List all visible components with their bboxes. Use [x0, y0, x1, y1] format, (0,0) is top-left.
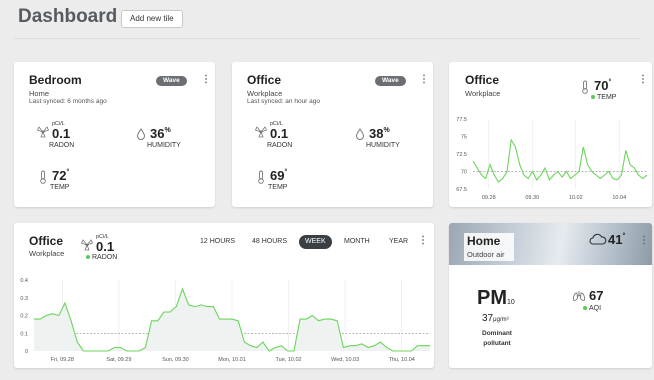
tile-title: Bedroom: [29, 73, 82, 87]
temperature-chart: 67.5 70 72.5 75 77.5 09.28 09.30 10.02 10.04: [456, 117, 648, 201]
pm-value: 37μg/m³: [482, 313, 509, 324]
device-badge: Wave: [375, 76, 406, 86]
tab-12-hours[interactable]: 12 HOURS: [200, 238, 235, 245]
x-tick-label: 10.04: [612, 195, 626, 201]
tile-title: Office: [29, 234, 64, 248]
tile-office-summary[interactable]: Office Workplace Last synced: an hour ag…: [232, 62, 433, 207]
x-tick-label: 10.02: [569, 195, 583, 201]
status-dot: [591, 95, 595, 100]
radon-icon: [36, 126, 50, 138]
device-badge: Wave: [156, 76, 187, 86]
temp-value: 70°: [594, 78, 612, 93]
tile-title: Home: [467, 234, 501, 248]
more-options-icon[interactable]: ⋮: [201, 74, 211, 85]
aqi-value: 67: [589, 288, 604, 303]
more-options-icon[interactable]: ⋮: [419, 74, 429, 85]
more-options-icon[interactable]: ⋮: [418, 235, 428, 246]
x-tick-label: Fri, 09.28: [51, 357, 74, 363]
tile-bedroom[interactable]: Bedroom Home Last synced: 6 months ago W…: [14, 62, 215, 207]
thermometer-icon: [258, 170, 264, 184]
tab-year[interactable]: YEAR: [389, 238, 408, 245]
dashboard-header: Dashboard Add new tile: [0, 0, 654, 38]
more-options-icon[interactable]: ⋮: [639, 235, 649, 246]
x-tick-label: Sun, 09.30: [162, 357, 189, 363]
tab-week[interactable]: WEEK: [299, 235, 332, 249]
y-tick-label: 72.5: [456, 152, 467, 158]
lungs-icon: [572, 291, 586, 301]
temp-label: TEMP: [50, 184, 70, 191]
temp-value: 69°: [270, 168, 288, 183]
pm-caption: Dominant pollutant: [482, 330, 512, 347]
add-new-tile-button[interactable]: Add new tile: [121, 10, 183, 28]
y-tick-label: 0: [25, 349, 28, 355]
tile-title: Office: [465, 73, 500, 87]
radon-value: 0.1: [96, 239, 115, 254]
temp-label: TEMP: [268, 184, 288, 191]
radon-value: 0.1: [270, 126, 289, 141]
y-tick-label: 67.5: [456, 187, 467, 193]
humidity-drop-icon: [136, 128, 146, 140]
tile-subtitle: Workplace: [29, 249, 65, 258]
cloud-icon: [589, 233, 607, 245]
humidity-value: 38%: [369, 126, 390, 141]
tile-subtitle: Home: [29, 89, 50, 98]
header-divider: [14, 38, 640, 39]
radon-chart: 0 0.1 0.2 0.3 0.4 Fri, 09.28 Sat, 09.29 Sun, 09…: [20, 278, 430, 363]
radon-icon: [80, 239, 94, 251]
outdoor-temp-value: 41°: [608, 232, 626, 247]
x-tick-label: Wed, 10.03: [331, 357, 359, 363]
radon-label: RADON: [86, 254, 117, 261]
tab-month[interactable]: MONTH: [344, 238, 370, 245]
y-tick-label: 77.5: [456, 117, 467, 123]
tile-office-temperature[interactable]: Office Workplace 70° TEMP ⋮ 67.5 70 72.5 75…: [449, 62, 652, 207]
radon-value: 0.1: [52, 126, 71, 141]
pm-label: PM10: [477, 287, 515, 309]
thermometer-icon: [582, 80, 588, 94]
last-synced: Last synced: 6 months ago: [29, 98, 107, 105]
last-synced: Last synced: an hour ago: [247, 98, 320, 105]
thermometer-icon: [40, 170, 46, 184]
more-options-icon[interactable]: ⋮: [638, 74, 648, 85]
x-tick-label: Mon, 10.01: [218, 357, 246, 363]
y-tick-label: 70: [461, 170, 467, 176]
humidity-label: HUMIDITY: [366, 142, 400, 149]
tile-title: Office: [247, 73, 282, 87]
x-tick-label: Sat, 09.29: [106, 357, 131, 363]
tile-subtitle: Workplace: [465, 89, 501, 98]
page-title: Dashboard: [18, 6, 118, 27]
humidity-value: 36%: [150, 126, 171, 141]
y-tick-label: 0.4: [20, 278, 28, 284]
tile-subtitle: Outdoor air: [467, 250, 505, 259]
tile-home-outdoor[interactable]: Home Outdoor air 41° ⋮ PM10 37μg/m³ Domi…: [449, 223, 652, 368]
status-dot: [583, 306, 587, 311]
y-tick-label: 75: [461, 135, 467, 141]
radon-icon: [254, 126, 268, 138]
temp-value: 72°: [52, 168, 70, 183]
y-tick-label: 0.2: [20, 314, 28, 320]
radon-label: RADON: [267, 142, 293, 149]
series-line: [472, 138, 648, 183]
temp-label: TEMP: [591, 94, 616, 101]
aqi-label: AQI: [583, 305, 601, 312]
x-tick-label: 09.28: [482, 195, 496, 201]
x-tick-label: 09.30: [525, 195, 539, 201]
humidity-drop-icon: [355, 128, 365, 140]
x-tick-label: Tue, 10.02: [276, 357, 302, 363]
y-tick-label: 0.3: [20, 296, 28, 302]
x-tick-label: Thu, 10.04: [389, 357, 415, 363]
status-dot: [86, 255, 90, 260]
tile-subtitle: Workplace: [247, 89, 283, 98]
humidity-label: HUMIDITY: [147, 142, 181, 149]
tab-48-hours[interactable]: 48 HOURS: [252, 238, 287, 245]
y-tick-label: 0.1: [20, 331, 28, 337]
radon-label: RADON: [49, 142, 75, 149]
